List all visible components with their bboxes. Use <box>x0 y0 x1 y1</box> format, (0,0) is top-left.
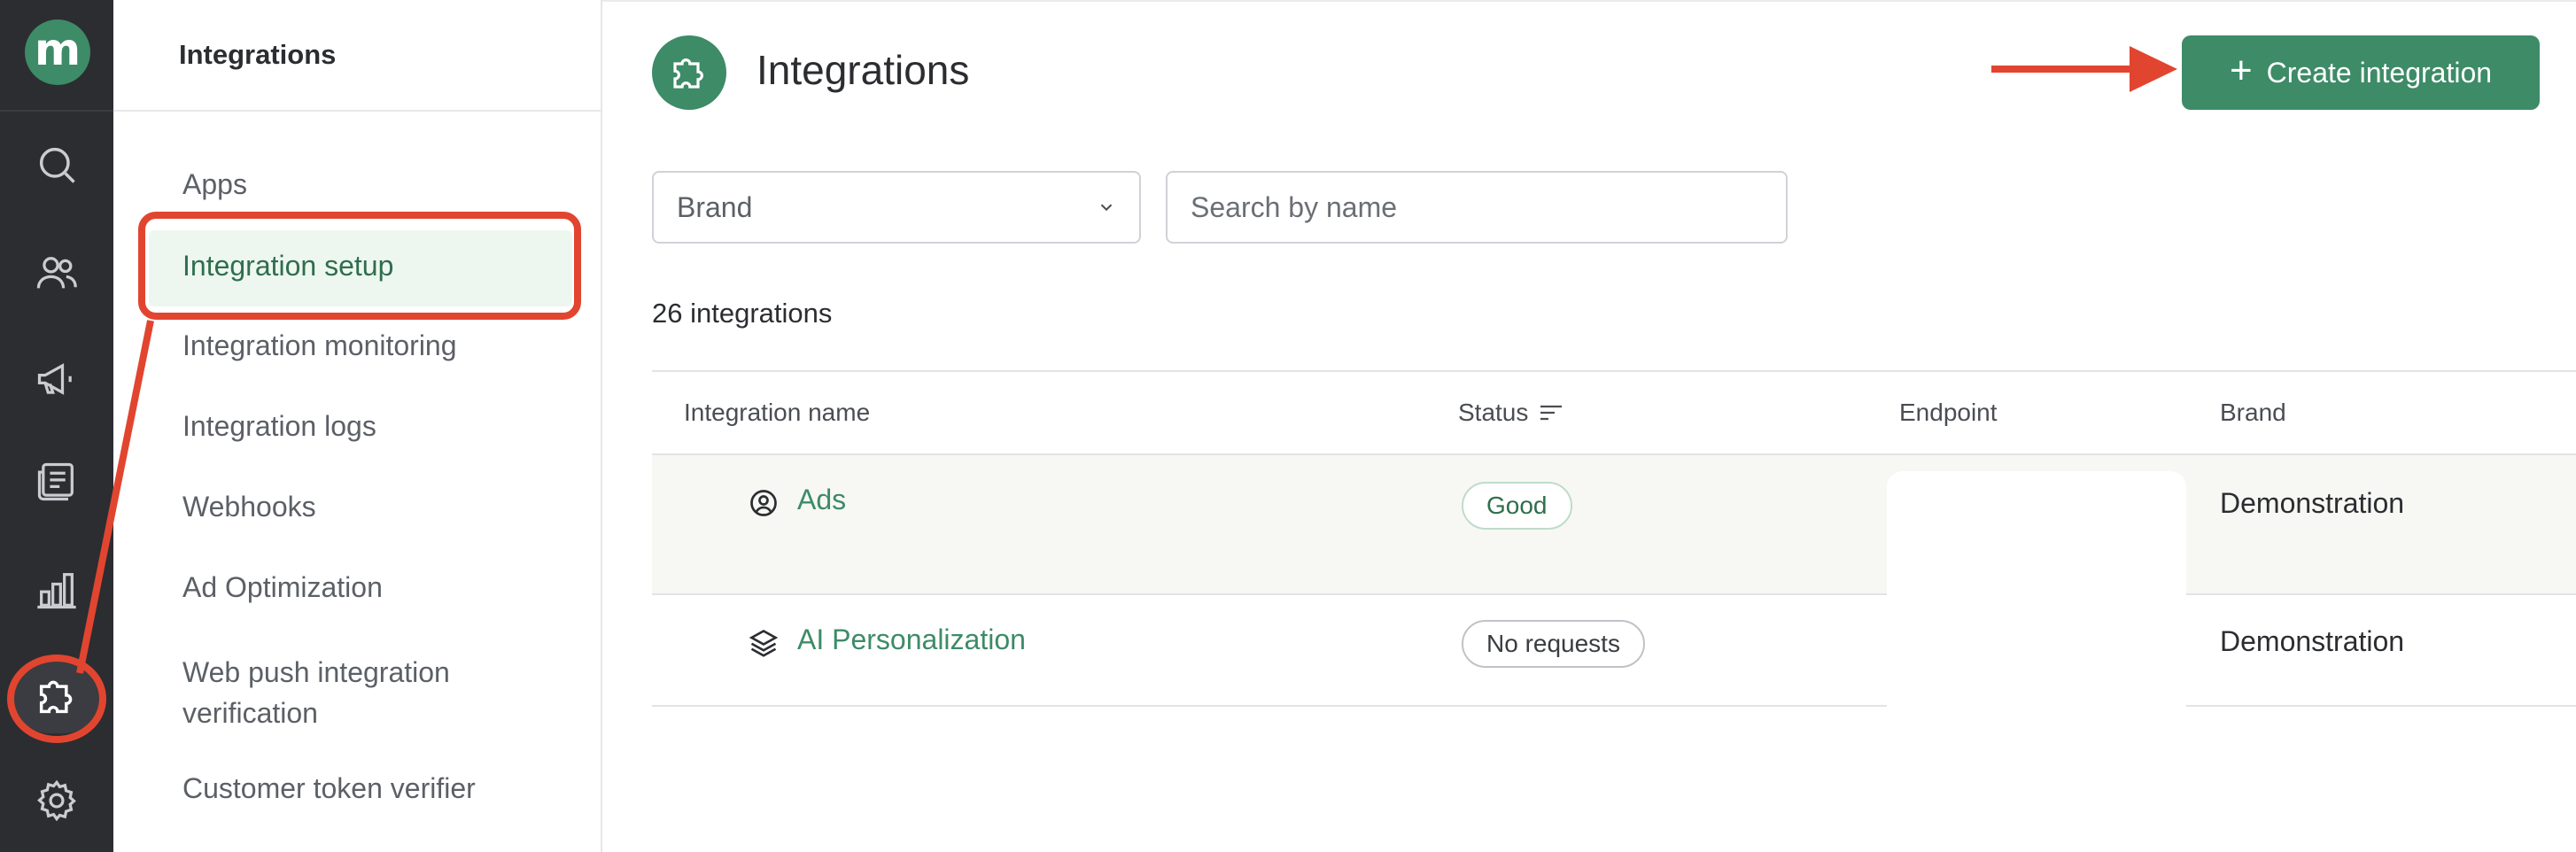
table-header: Integration name Status Endpoint Brand <box>652 370 2576 455</box>
chevron-down-icon <box>1100 204 1113 212</box>
column-header-status[interactable]: Status <box>1458 399 1563 427</box>
table-row[interactable]: AI Personalization No requests Demonstra… <box>652 595 2576 707</box>
submenu-item-webhooks[interactable]: Webhooks <box>182 491 316 523</box>
endpoint-cell <box>1887 471 2186 595</box>
layers-icon <box>748 627 780 659</box>
app-logo[interactable]: m <box>25 19 90 85</box>
column-header-brand[interactable]: Brand <box>2220 399 2286 427</box>
submenu-item-web-push-integration-verification[interactable]: Web push integration verification <box>182 652 537 733</box>
search-input[interactable] <box>1166 171 1788 244</box>
column-header-endpoint[interactable]: Endpoint <box>1899 399 1998 427</box>
status-badge: No requests <box>1462 620 1645 668</box>
page-title: Integrations <box>757 47 970 93</box>
integrations-count: 26 integrations <box>652 298 833 329</box>
submenu-item-integration-setup[interactable]: Integration setup <box>149 230 572 306</box>
megaphone-icon[interactable] <box>30 352 83 406</box>
endpoint-cell <box>1887 595 2186 707</box>
search-icon[interactable] <box>30 138 83 191</box>
integrations-table: Integration name Status Endpoint Brand A… <box>652 370 2576 707</box>
brand-cell: Demonstration <box>2220 487 2405 519</box>
brand-select-value: Brand <box>677 190 753 223</box>
submenu-item-customer-token-verifier[interactable]: Customer token verifier <box>182 772 476 805</box>
plus-icon: + <box>2229 49 2253 92</box>
submenu-item-ad-optimization[interactable]: Ad Optimization <box>182 571 383 604</box>
submenu-title: Integrations <box>179 39 337 70</box>
integration-name-link[interactable]: AI Personalization <box>797 624 1026 656</box>
table-row[interactable]: Ads Good Demonstration <box>652 455 2576 595</box>
integrations-submenu: Integrations Apps Integration setup Inte… <box>113 0 602 852</box>
integration-name-link[interactable]: Ads <box>797 484 846 516</box>
news-icon[interactable] <box>30 455 83 508</box>
icon-rail: m <box>0 0 113 852</box>
submenu-item-integration-logs[interactable]: Integration logs <box>182 410 376 443</box>
column-header-integration-name[interactable]: Integration name <box>684 399 870 427</box>
puzzle-icon <box>652 35 726 110</box>
main-content: Integrations + Create integration Brand … <box>602 0 2576 852</box>
puzzle-icon[interactable] <box>30 670 83 723</box>
rail-divider <box>0 110 113 112</box>
user-circle-icon <box>748 487 780 519</box>
create-integration-label: Create integration <box>2266 56 2493 89</box>
chart-icon[interactable] <box>30 563 83 616</box>
create-integration-button[interactable]: + Create integration <box>2182 35 2540 110</box>
submenu-item-integration-monitoring[interactable]: Integration monitoring <box>182 329 457 362</box>
submenu-item-apps[interactable]: Apps <box>182 168 247 201</box>
brand-select[interactable]: Brand <box>652 171 1141 244</box>
gear-icon[interactable] <box>30 774 83 827</box>
status-badge: Good <box>1462 482 1572 530</box>
sort-icon[interactable] <box>1539 402 1563 423</box>
submenu-divider <box>113 110 601 112</box>
users-icon[interactable] <box>30 246 83 299</box>
top-divider <box>602 0 2576 2</box>
brand-cell: Demonstration <box>2220 625 2405 657</box>
